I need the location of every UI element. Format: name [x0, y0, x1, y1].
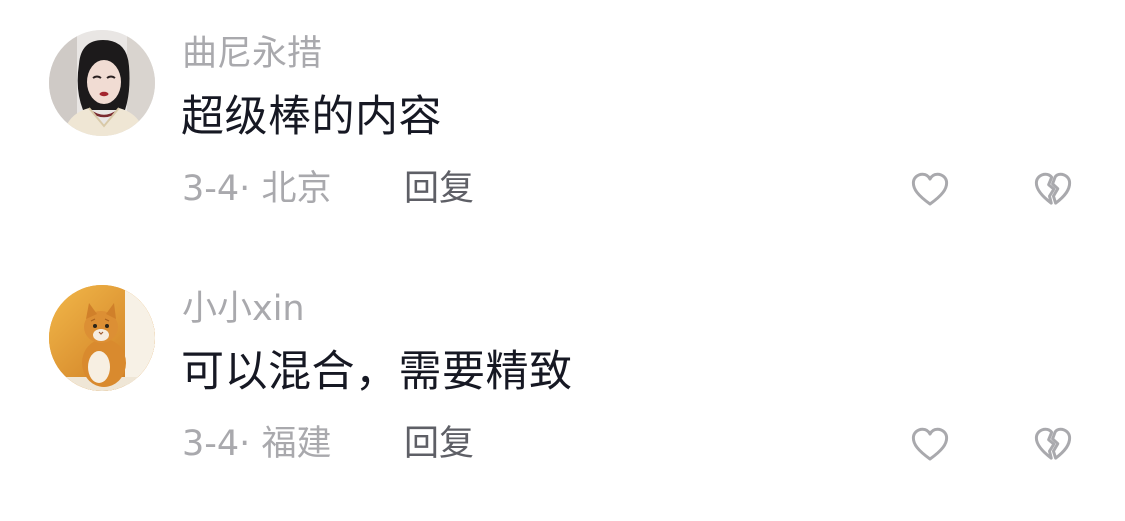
avatar[interactable]: [49, 285, 155, 391]
orange-cat-avatar-image: [49, 285, 155, 391]
like-button[interactable]: [908, 423, 952, 467]
comment-text: 超级棒的内容: [181, 92, 442, 142]
comment-text: 可以混合，需要精致: [181, 347, 573, 397]
comment-meta: 3-4· 福建: [182, 421, 331, 467]
broken-heart-icon: [1034, 427, 1072, 460]
comment-username[interactable]: 小小xin: [182, 286, 305, 332]
comment-username[interactable]: 曲尼永措: [182, 31, 322, 77]
comment-date: 3-4: [182, 424, 240, 464]
meta-separator: ·: [239, 169, 251, 209]
comment-date: 3-4: [182, 169, 240, 209]
comment-meta: 3-4· 北京: [182, 166, 331, 212]
woman-portrait-avatar-image: [49, 30, 155, 136]
avatar[interactable]: [49, 30, 155, 136]
dislike-button[interactable]: [1031, 423, 1075, 467]
comment-location: 福建: [261, 424, 332, 464]
comment-location: 北京: [261, 169, 332, 209]
reply-button[interactable]: 回复: [404, 421, 474, 467]
heart-outline-icon: [911, 427, 949, 461]
meta-separator: ·: [239, 424, 251, 464]
like-button[interactable]: [908, 168, 952, 212]
reply-button[interactable]: 回复: [404, 166, 474, 212]
comment-item: 小小xin 可以混合，需要精致 3-4· 福建 回复: [0, 255, 1125, 505]
heart-outline-icon: [911, 172, 949, 206]
broken-heart-icon: [1034, 172, 1072, 205]
dislike-button[interactable]: [1031, 168, 1075, 212]
comment-item: 曲尼永措 超级棒的内容 3-4· 北京 回复: [0, 0, 1125, 250]
